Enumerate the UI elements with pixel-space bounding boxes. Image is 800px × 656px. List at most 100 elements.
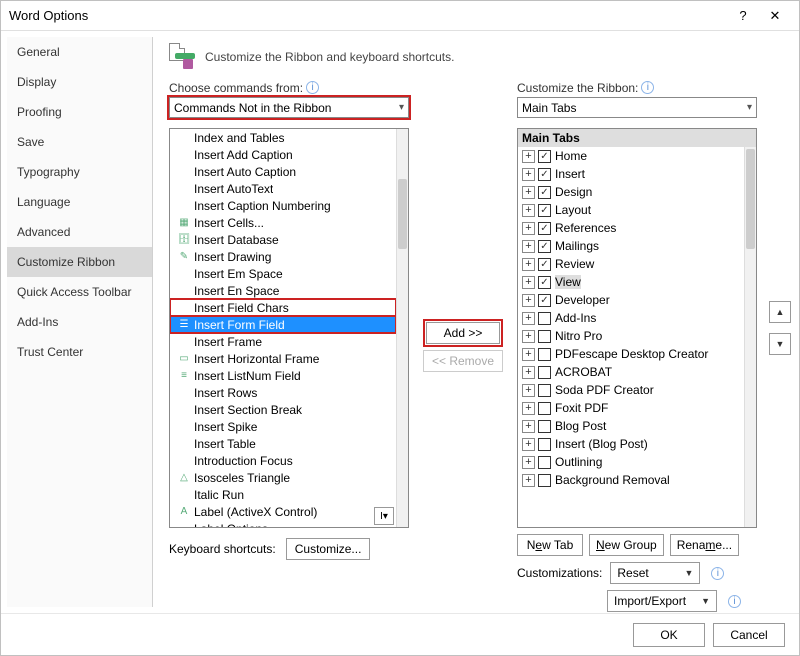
- expand-icon[interactable]: +: [522, 402, 535, 415]
- checkbox[interactable]: [538, 384, 551, 397]
- sidebar-item-save[interactable]: Save: [7, 127, 152, 157]
- tree-node[interactable]: +Blog Post: [518, 417, 744, 435]
- info-icon[interactable]: i: [711, 567, 724, 580]
- help-icon[interactable]: ?: [727, 4, 759, 28]
- command-item[interactable]: ☰Insert Form Field: [170, 316, 396, 333]
- move-down-button[interactable]: ▼: [769, 333, 791, 355]
- new-tab-button[interactable]: New Tab: [517, 534, 583, 556]
- expand-icon[interactable]: +: [522, 240, 535, 253]
- command-item[interactable]: Insert Rows: [170, 384, 396, 401]
- customize-shortcuts-button[interactable]: Customize...: [286, 538, 371, 560]
- ribbon-tree[interactable]: Main Tabs +✓Home+✓Insert+✓Design+✓Layout…: [517, 128, 757, 528]
- tree-node[interactable]: +Outlining: [518, 453, 744, 471]
- checkbox[interactable]: ✓: [538, 186, 551, 199]
- command-item[interactable]: Insert Spike: [170, 418, 396, 435]
- command-item[interactable]: ▦Insert Cells...: [170, 214, 396, 231]
- reset-button[interactable]: Reset▼: [610, 562, 700, 584]
- command-item[interactable]: Label Options...: [170, 520, 396, 527]
- checkbox[interactable]: [538, 456, 551, 469]
- command-item[interactable]: △Isosceles Triangle: [170, 469, 396, 486]
- checkbox[interactable]: [538, 474, 551, 487]
- checkbox[interactable]: ✓: [538, 240, 551, 253]
- command-item[interactable]: ▭Insert Horizontal Frame: [170, 350, 396, 367]
- rename-button[interactable]: Rename...: [670, 534, 739, 556]
- sidebar-item-proofing[interactable]: Proofing: [7, 97, 152, 127]
- checkbox[interactable]: ✓: [538, 150, 551, 163]
- tree-node[interactable]: +Nitro Pro: [518, 327, 744, 345]
- expand-icon[interactable]: +: [522, 168, 535, 181]
- command-item[interactable]: Insert Add Caption: [170, 146, 396, 163]
- command-item[interactable]: Index and Tables: [170, 129, 396, 146]
- expand-icon[interactable]: +: [522, 312, 535, 325]
- list-options-button[interactable]: I▾: [374, 507, 394, 525]
- tree-node[interactable]: +✓Mailings: [518, 237, 744, 255]
- checkbox[interactable]: [538, 402, 551, 415]
- command-item[interactable]: Insert Field Chars: [170, 299, 396, 316]
- choose-commands-dropdown[interactable]: Commands Not in the Ribbon ▾: [169, 97, 409, 118]
- command-item[interactable]: Insert Section Break: [170, 401, 396, 418]
- command-item[interactable]: Insert Frame: [170, 333, 396, 350]
- sidebar-item-display[interactable]: Display: [7, 67, 152, 97]
- expand-icon[interactable]: +: [522, 474, 535, 487]
- expand-icon[interactable]: +: [522, 150, 535, 163]
- expand-icon[interactable]: +: [522, 456, 535, 469]
- checkbox[interactable]: [538, 312, 551, 325]
- command-item[interactable]: Insert AutoText: [170, 180, 396, 197]
- tree-node[interactable]: +✓Developer: [518, 291, 744, 309]
- checkbox[interactable]: [538, 420, 551, 433]
- scrollbar[interactable]: [396, 129, 408, 527]
- command-item[interactable]: Insert Em Space: [170, 265, 396, 282]
- tree-node[interactable]: +✓Insert: [518, 165, 744, 183]
- checkbox[interactable]: ✓: [538, 276, 551, 289]
- tree-node[interactable]: +✓Home: [518, 147, 744, 165]
- tree-node[interactable]: +Add-Ins: [518, 309, 744, 327]
- expand-icon[interactable]: +: [522, 330, 535, 343]
- expand-icon[interactable]: +: [522, 222, 535, 235]
- expand-icon[interactable]: +: [522, 384, 535, 397]
- import-export-button[interactable]: Import/Export▼: [607, 590, 717, 612]
- expand-icon[interactable]: +: [522, 438, 535, 451]
- sidebar-item-advanced[interactable]: Advanced: [7, 217, 152, 247]
- command-item[interactable]: ALabel (ActiveX Control): [170, 503, 396, 520]
- command-item[interactable]: Insert Table: [170, 435, 396, 452]
- commands-listbox[interactable]: Index and TablesInsert Add CaptionInsert…: [169, 128, 409, 528]
- checkbox[interactable]: [538, 348, 551, 361]
- checkbox[interactable]: [538, 330, 551, 343]
- expand-icon[interactable]: +: [522, 348, 535, 361]
- expand-icon[interactable]: +: [522, 366, 535, 379]
- close-icon[interactable]: ✕: [759, 4, 791, 28]
- checkbox[interactable]: ✓: [538, 294, 551, 307]
- sidebar-item-general[interactable]: General: [7, 37, 152, 67]
- tree-node[interactable]: +Insert (Blog Post): [518, 435, 744, 453]
- sidebar-item-typography[interactable]: Typography: [7, 157, 152, 187]
- add-button[interactable]: Add >>: [426, 322, 500, 344]
- command-item[interactable]: 🗄Insert Database: [170, 231, 396, 248]
- expand-icon[interactable]: +: [522, 258, 535, 271]
- info-icon[interactable]: i: [728, 595, 741, 608]
- expand-icon[interactable]: +: [522, 420, 535, 433]
- command-item[interactable]: Insert Auto Caption: [170, 163, 396, 180]
- command-item[interactable]: ✎Insert Drawing: [170, 248, 396, 265]
- checkbox[interactable]: [538, 438, 551, 451]
- tree-node[interactable]: +✓Design: [518, 183, 744, 201]
- sidebar-item-add-ins[interactable]: Add-Ins: [7, 307, 152, 337]
- command-item[interactable]: Italic Run: [170, 486, 396, 503]
- tree-node[interactable]: +Foxit PDF: [518, 399, 744, 417]
- tree-node[interactable]: +✓View: [518, 273, 744, 291]
- expand-icon[interactable]: +: [522, 204, 535, 217]
- info-icon[interactable]: i: [641, 81, 654, 94]
- checkbox[interactable]: [538, 366, 551, 379]
- expand-icon[interactable]: +: [522, 186, 535, 199]
- tree-node[interactable]: +✓Review: [518, 255, 744, 273]
- checkbox[interactable]: ✓: [538, 258, 551, 271]
- tree-node[interactable]: +✓References: [518, 219, 744, 237]
- tree-node[interactable]: +PDFescape Desktop Creator: [518, 345, 744, 363]
- ribbon-scope-dropdown[interactable]: Main Tabs ▾: [517, 97, 757, 118]
- checkbox[interactable]: ✓: [538, 204, 551, 217]
- move-up-button[interactable]: ▲: [769, 301, 791, 323]
- scrollbar[interactable]: [744, 147, 756, 527]
- tree-node[interactable]: +ACROBAT: [518, 363, 744, 381]
- tree-node[interactable]: +Soda PDF Creator: [518, 381, 744, 399]
- command-item[interactable]: Insert Caption Numbering: [170, 197, 396, 214]
- info-icon[interactable]: i: [306, 81, 319, 94]
